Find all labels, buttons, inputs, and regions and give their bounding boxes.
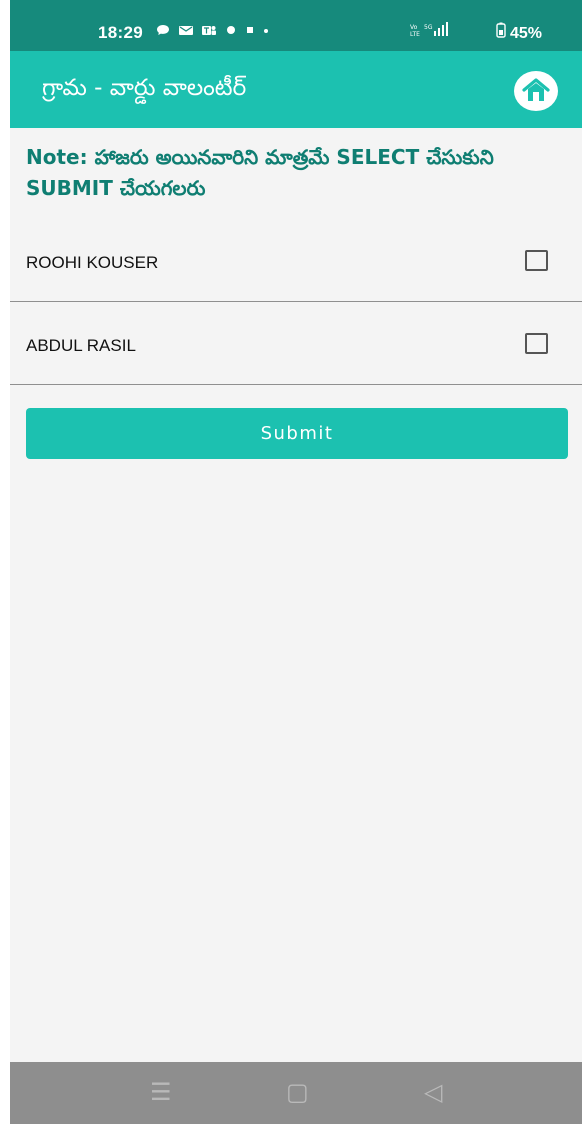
app-bar: గ్రామ - వార్డు వాలంటీర్ [10, 51, 582, 128]
app-title: గ్రామ - వార్డు వాలంటీర్ [42, 75, 247, 101]
attendee-name: ABDUL RASIL [26, 336, 136, 355]
dot-icon [226, 26, 235, 34]
home-icon [522, 78, 550, 101]
app-screen: 18:29 Vo LTE 5G 45% గ్రామ - వార్డు వాలంట… [10, 0, 582, 1124]
teams-icon [202, 26, 217, 35]
battery-indicator: 45% [495, 22, 542, 43]
note-text: Note: హాజరు అయినవారిని మాత్రమే SELECT చే… [26, 145, 494, 200]
message-icon [178, 26, 193, 35]
svg-text:LTE: LTE [410, 31, 420, 38]
status-time: 18:29 [98, 23, 143, 42]
system-nav-bar: ☰ ▢ ◁ [10, 1062, 582, 1124]
svg-text:5G: 5G [424, 24, 433, 31]
notification-icons [156, 24, 270, 39]
chat-icon [157, 25, 169, 35]
attendee-checkbox[interactable] [525, 250, 548, 271]
back-icon[interactable]: ◁ [424, 1080, 442, 1104]
attendee-checkbox[interactable] [525, 333, 548, 354]
home-button[interactable] [514, 71, 558, 111]
menu-icon[interactable]: ☰ [150, 1080, 172, 1104]
attendee-list: ROOHI KOUSER ABDUL RASIL [10, 219, 582, 385]
status-bar: 18:29 Vo LTE 5G 45% [10, 0, 582, 51]
network-indicator: Vo LTE 5G [410, 22, 456, 41]
dot-icon [264, 29, 269, 33]
list-item[interactable]: ABDUL RASIL [10, 302, 582, 385]
battery-icon [495, 22, 506, 38]
attendee-name: ROOHI KOUSER [26, 253, 159, 272]
signal-icon: Vo LTE 5G [410, 22, 448, 38]
sim-icon [246, 27, 253, 33]
list-item[interactable]: ROOHI KOUSER [10, 219, 582, 302]
svg-text:Vo: Vo [410, 24, 418, 31]
battery-percent: 45% [509, 25, 542, 42]
submit-button[interactable]: Submit [26, 408, 568, 459]
home-nav-icon[interactable]: ▢ [286, 1080, 309, 1104]
